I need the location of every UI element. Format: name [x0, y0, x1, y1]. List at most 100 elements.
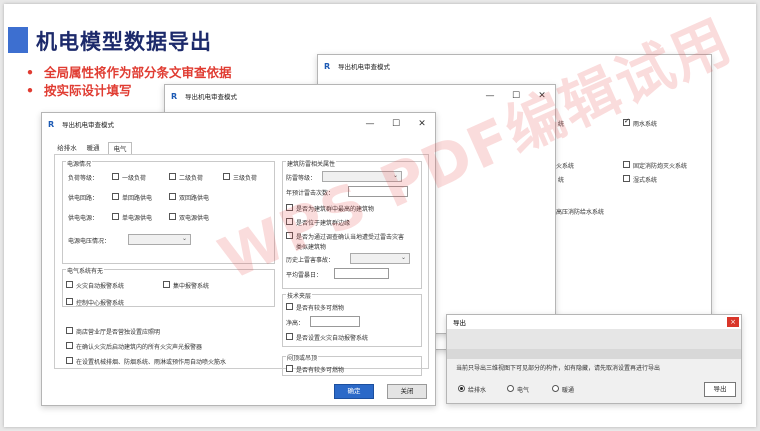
tab-strip: 给排水 暖通 电气	[54, 142, 429, 154]
export-dialog-header-band	[447, 329, 741, 349]
dual-circuit-checkbox[interactable]	[169, 193, 176, 200]
bullet-text: 全局属性将作为部分条文审查依据	[44, 65, 232, 80]
export-option-electrical-label: 电气	[517, 387, 530, 394]
export-button[interactable]: 导出	[704, 382, 736, 397]
dual-source-checkbox[interactable]	[169, 213, 176, 220]
chevron-down-icon: ⌄	[181, 235, 187, 242]
clear-height-input[interactable]	[310, 316, 360, 327]
alarm-all-label: 在确认火灾后启动建筑内的所有火灾声光报警器	[76, 344, 203, 351]
back-checkbox[interactable]	[623, 117, 630, 126]
thunder-days-input[interactable]	[334, 268, 389, 279]
export-option-plumbing-radio[interactable]	[458, 385, 465, 392]
tab-hvac[interactable]: 暖通	[82, 142, 104, 154]
back-item: 统	[558, 177, 565, 184]
back-item: 统	[558, 121, 565, 128]
export-option-hvac-radio[interactable]	[552, 385, 559, 392]
export-option-plumbing-label: 给排水	[468, 387, 487, 394]
maximize-icon[interactable]: ☐	[383, 113, 409, 135]
similar-building-text: 类似建筑物	[296, 244, 327, 251]
export-dialog-window: 导出 × 当前只导出三维视图下可见部分的构件，如有隐藏，请先取消设置再进行导出 …	[446, 314, 742, 404]
minimize-icon[interactable]: —	[477, 85, 503, 107]
fire-alarm-checkbox[interactable]	[66, 281, 73, 288]
dual-source-label: 双电源供电	[179, 215, 210, 222]
voltage-dropdown[interactable]: ⌄	[128, 234, 191, 245]
lightning-level-dropdown[interactable]: ⌄	[322, 171, 402, 182]
interlayer-combustible-checkbox[interactable]	[286, 303, 293, 310]
close-icon[interactable]: ✕	[409, 113, 435, 135]
back-dialog-titlebar: R 导出机电审查模式	[318, 55, 711, 77]
circuit-label: 供电回路：	[68, 195, 99, 202]
lightning-level-label: 防雷等级：	[286, 175, 317, 182]
back-item: 高压消防给水系统	[556, 209, 605, 216]
load-level-3-checkbox[interactable]	[223, 173, 230, 180]
maximize-icon[interactable]: ☐	[503, 85, 529, 107]
minimize-icon[interactable]: —	[357, 113, 383, 135]
tallest-building-label: 是否为建筑群中最高的建筑物	[296, 206, 375, 213]
lightning-history-text: 是否为通过调查确认当地遭受过雷击灾害	[296, 234, 405, 241]
dual-circuit-label: 双回路供电	[179, 195, 210, 202]
ceiling-combustible-label: 是否有较多可燃物	[296, 367, 345, 374]
revit-logo-icon: R	[324, 61, 331, 71]
load-level-2-label: 二级负荷	[179, 175, 204, 182]
central-alarm-label: 集中报警系统	[173, 283, 210, 290]
ceiling-combustible-checkbox[interactable]	[286, 365, 293, 372]
ceiling-group-legend: 闷顶或吊顶	[286, 353, 319, 362]
close-icon[interactable]: ✕	[529, 85, 555, 107]
store-lighting-label: 商店营业厅是否营独设置应照明	[76, 329, 161, 336]
close-icon[interactable]: ×	[727, 317, 739, 327]
back-item: 火系统	[556, 163, 575, 170]
bullet-text: 按实际设计填写	[44, 83, 132, 98]
store-lighting-checkbox[interactable]	[66, 327, 73, 334]
smoke-exhaust-checkbox[interactable]	[66, 357, 73, 364]
export-dialog-separator	[447, 349, 741, 359]
load-level-2-checkbox[interactable]	[169, 173, 176, 180]
power-group-legend: 电源情况	[66, 159, 93, 168]
lightning-history-checkbox[interactable]	[286, 232, 293, 239]
export-message: 当前只导出三维视图下可见部分的构件，如有隐藏，请先取消设置再进行导出	[456, 365, 661, 372]
control-center-checkbox[interactable]	[66, 298, 73, 305]
single-source-checkbox[interactable]	[112, 213, 119, 220]
main-dialog-title: 导出机电审查模式	[62, 121, 114, 129]
tab-electrical[interactable]: 电气	[108, 142, 132, 154]
load-level-3-label: 三级负荷	[233, 175, 258, 182]
back-checkbox[interactable]	[623, 161, 630, 168]
interlayer-alarm-checkbox[interactable]	[286, 333, 293, 340]
fire-alarm-label: 火灾自动报警系统	[76, 283, 125, 290]
back-item: 湿式系统	[633, 177, 658, 184]
load-level-1-checkbox[interactable]	[112, 173, 119, 180]
single-source-label: 单电源供电	[122, 215, 153, 222]
load-level-1-label: 一级负荷	[122, 175, 147, 182]
tab-plumbing[interactable]: 给排水	[54, 142, 80, 154]
back-dialog-title: 导出机电审查模式	[338, 63, 390, 71]
middle-window-controls: — ☐ ✕	[477, 85, 555, 107]
interlayer-combustible-label: 是否有较多可燃物	[296, 305, 345, 312]
edge-building-checkbox[interactable]	[286, 218, 293, 225]
tallest-building-checkbox[interactable]	[286, 204, 293, 211]
interlayer-alarm-label: 是否设置火灾自动报警系统	[296, 335, 369, 342]
strikes-input[interactable]	[348, 186, 408, 197]
ok-button[interactable]: 确定	[334, 384, 374, 399]
alarm-all-checkbox[interactable]	[66, 342, 73, 349]
export-dialog-title: 导出	[453, 319, 466, 327]
central-alarm-checkbox[interactable]	[163, 281, 170, 288]
strikes-label: 年预计雷击次数：	[286, 190, 335, 197]
export-option-hvac-label: 暖通	[562, 387, 575, 394]
lightning-group-legend: 建筑防雷相关属性	[286, 159, 337, 168]
title-accent-bar	[8, 27, 28, 53]
revit-logo-icon: R	[48, 119, 55, 129]
chevron-down-icon: ⌄	[392, 172, 398, 179]
main-window-controls: — ☐ ✕	[357, 113, 435, 135]
close-button[interactable]: 关闭	[387, 384, 427, 399]
export-option-electrical-radio[interactable]	[507, 385, 514, 392]
presentation-slide: 机电模型数据导出 • 全局属性将作为部分条文审查依据 • 按实际设计填写 R 导出机…	[4, 4, 756, 427]
history-label: 历史上雷害事故：	[286, 257, 335, 264]
thunder-days-label: 平均雷暴日：	[286, 272, 323, 279]
history-dropdown[interactable]: ⌄	[350, 253, 410, 264]
single-circuit-checkbox[interactable]	[112, 193, 119, 200]
clear-height-label: 净高：	[286, 320, 305, 327]
chevron-down-icon: ⌄	[400, 254, 406, 261]
main-dialog-window: R 导出机电审查模式 — ☐ ✕ 给排水 暖通 电气 电源情况 负荷等级： 一级…	[41, 112, 436, 406]
smoke-exhaust-label: 在设置机械排烟、防烟系统、雨淋或预作用自动喷火筋水	[76, 359, 227, 366]
middle-dialog-title: 导出机电审查模式	[185, 93, 237, 101]
back-checkbox[interactable]	[623, 175, 630, 182]
